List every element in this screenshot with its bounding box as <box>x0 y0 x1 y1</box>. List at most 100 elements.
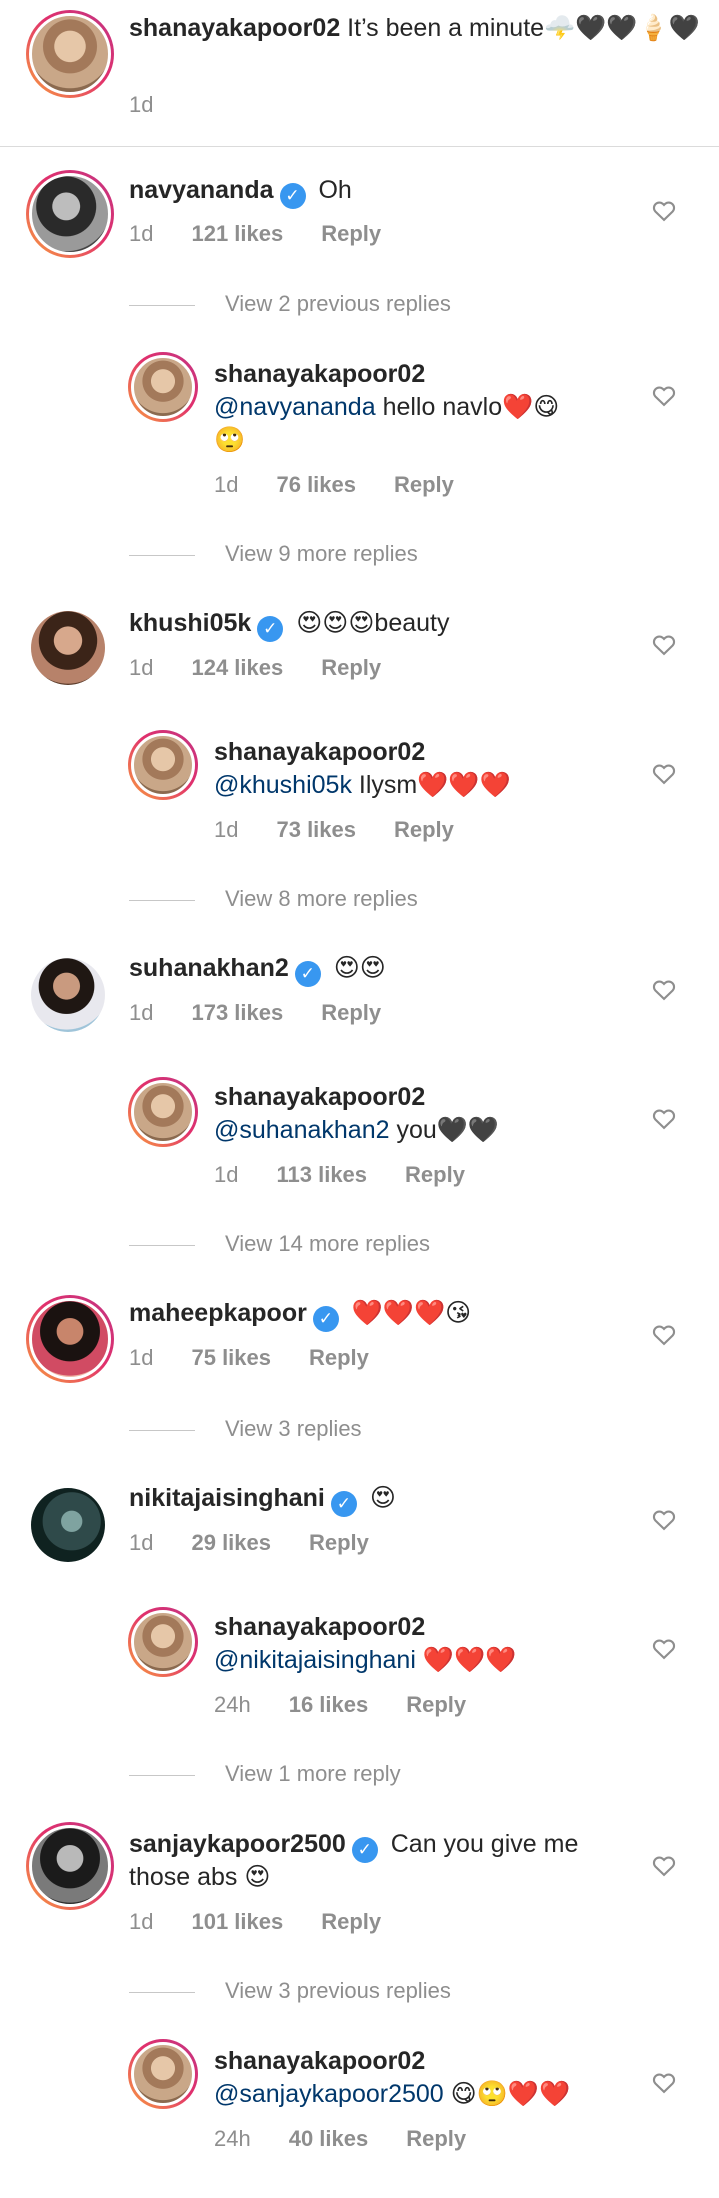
comment-username[interactable]: nikitajaisinghani <box>129 1484 325 1512</box>
comment-time: 1d <box>129 655 154 680</box>
reply-text: you🖤🖤 <box>396 1116 500 1144</box>
heart-outline-icon[interactable] <box>650 1505 678 1533</box>
likes-count[interactable]: 73 likes <box>276 817 356 842</box>
caption-time: 1d <box>129 92 154 117</box>
heart-outline-icon[interactable] <box>650 975 678 1003</box>
reply-button[interactable]: Reply <box>321 655 381 680</box>
verified-badge-icon: ✓ <box>294 961 321 987</box>
reply-username[interactable]: shanayakapoor02 <box>214 2047 425 2075</box>
heart-outline-icon[interactable] <box>650 1851 678 1879</box>
view-previous-replies[interactable]: View 2 previous replies <box>129 290 451 318</box>
heart-outline-icon[interactable] <box>650 759 678 787</box>
reply-text: Ilysm❤️❤️❤️ <box>358 771 511 799</box>
post-caption: shanayakapoor02 It’s been a minute🌩️🖤🖤🍦🖤… <box>0 0 719 147</box>
reply-mention[interactable]: @suhanakhan2 <box>214 1116 390 1144</box>
comment-username[interactable]: suhanakhan2 <box>129 954 289 982</box>
reply-time: 1d <box>214 472 239 497</box>
comment-time: 1d <box>129 221 154 246</box>
heart-outline-icon[interactable] <box>650 196 678 224</box>
comment-time: 1d <box>129 1000 154 1025</box>
reply-mention[interactable]: @sanjaykapoor2500 <box>214 2080 444 2108</box>
likes-count[interactable]: 40 likes <box>289 2126 369 2151</box>
avatar[interactable] <box>28 955 108 1035</box>
reply-button[interactable]: Reply <box>321 1909 381 1934</box>
reply-username[interactable]: shanayakapoor02 <box>214 1083 425 1111</box>
verified-badge-icon: ✓ <box>312 1306 339 1332</box>
comment-username[interactable]: sanjaykapoor2500 <box>129 1830 346 1858</box>
reply-button[interactable]: Reply <box>309 1345 369 1370</box>
heart-outline-icon[interactable] <box>650 630 678 658</box>
comment-username[interactable]: maheepkapoor <box>129 1299 307 1327</box>
reply-mention[interactable]: @khushi05k <box>214 771 352 799</box>
avatar[interactable] <box>26 1822 114 1910</box>
comment-time: 1d <box>129 1909 154 1934</box>
comment-time: 1d <box>129 1345 154 1370</box>
likes-count[interactable]: 124 likes <box>191 655 283 680</box>
avatar[interactable] <box>28 1485 108 1565</box>
view-replies[interactable]: View 3 replies <box>129 1415 362 1443</box>
heart-outline-icon[interactable] <box>650 1634 678 1662</box>
reply-button[interactable]: Reply <box>394 472 454 497</box>
view-more-replies[interactable]: View 8 more replies <box>129 885 418 913</box>
reply-button[interactable]: Reply <box>321 221 381 246</box>
avatar[interactable] <box>128 2039 198 2109</box>
heart-outline-icon[interactable] <box>650 1104 678 1132</box>
heart-outline-icon[interactable] <box>650 1320 678 1348</box>
avatar[interactable] <box>128 1077 198 1147</box>
reply-button[interactable]: Reply <box>321 1000 381 1025</box>
reply-text-cont: 🙄 <box>214 426 246 454</box>
comment-text: 😍 <box>369 1484 396 1512</box>
view-more-replies[interactable]: View 9 more replies <box>129 540 418 568</box>
comment-text: Oh <box>318 176 352 204</box>
verified-badge-icon: ✓ <box>351 1837 378 1863</box>
likes-count[interactable]: 101 likes <box>191 1909 283 1934</box>
reply-mention[interactable]: @navyananda <box>214 393 376 421</box>
reply-username[interactable]: shanayakapoor02 <box>214 1613 425 1641</box>
view-more-replies[interactable]: View 1 more reply <box>129 1760 401 1788</box>
reply-mention[interactable]: @nikitajaisinghani <box>214 1646 416 1674</box>
view-more-replies[interactable]: View 14 more replies <box>129 1230 430 1258</box>
reply-button[interactable]: Reply <box>309 1530 369 1555</box>
likes-count[interactable]: 75 likes <box>191 1345 271 1370</box>
reply-username[interactable]: shanayakapoor02 <box>214 360 425 388</box>
caption-text: It’s been a minute🌩️🖤🖤🍦🖤 <box>347 14 700 42</box>
avatar[interactable] <box>26 1295 114 1383</box>
comment-username[interactable]: khushi05k <box>129 609 251 637</box>
comment-text: 😍😍😍beauty <box>296 609 450 637</box>
verified-badge-icon: ✓ <box>279 183 306 209</box>
comment-text: Can you give me <box>390 1830 579 1858</box>
caption-username[interactable]: shanayakapoor02 <box>129 14 340 42</box>
heart-outline-icon[interactable] <box>650 381 678 409</box>
likes-count[interactable]: 113 likes <box>276 1162 367 1187</box>
reply-time: 24h <box>214 2126 251 2151</box>
heart-outline-icon[interactable] <box>650 2068 678 2096</box>
reply-button[interactable]: Reply <box>405 1162 465 1187</box>
avatar[interactable] <box>26 170 114 258</box>
avatar[interactable] <box>26 10 114 98</box>
view-previous-replies[interactable]: View 3 previous replies <box>129 1977 451 2005</box>
reply-button[interactable]: Reply <box>406 2126 466 2151</box>
reply-text: 😋🙄❤️❤️ <box>450 2080 571 2108</box>
likes-count[interactable]: 121 likes <box>191 221 283 246</box>
reply-button[interactable]: Reply <box>394 817 454 842</box>
reply-time: 1d <box>214 1162 239 1187</box>
likes-count[interactable]: 29 likes <box>191 1530 271 1555</box>
comment-time: 1d <box>129 1530 154 1555</box>
likes-count[interactable]: 76 likes <box>276 472 356 497</box>
reply-time: 1d <box>214 817 239 842</box>
likes-count[interactable]: 173 likes <box>191 1000 283 1025</box>
likes-count[interactable]: 16 likes <box>289 1692 369 1717</box>
reply-button[interactable]: Reply <box>406 1692 466 1717</box>
reply-text: hello navlo❤️😋 <box>382 393 560 421</box>
comment-username[interactable]: navyananda <box>129 176 274 204</box>
reply-username[interactable]: shanayakapoor02 <box>214 738 425 766</box>
comment-text-cont: those abs 😍 <box>129 1863 271 1891</box>
verified-badge-icon: ✓ <box>330 1491 357 1517</box>
reply-text: ❤️❤️❤️ <box>422 1646 517 1674</box>
reply-time: 24h <box>214 1692 251 1717</box>
avatar[interactable] <box>128 352 198 422</box>
avatar[interactable] <box>128 730 198 800</box>
comment-text: ❤️❤️❤️😘 <box>351 1299 472 1327</box>
avatar[interactable] <box>128 1607 198 1677</box>
avatar[interactable] <box>28 608 108 688</box>
